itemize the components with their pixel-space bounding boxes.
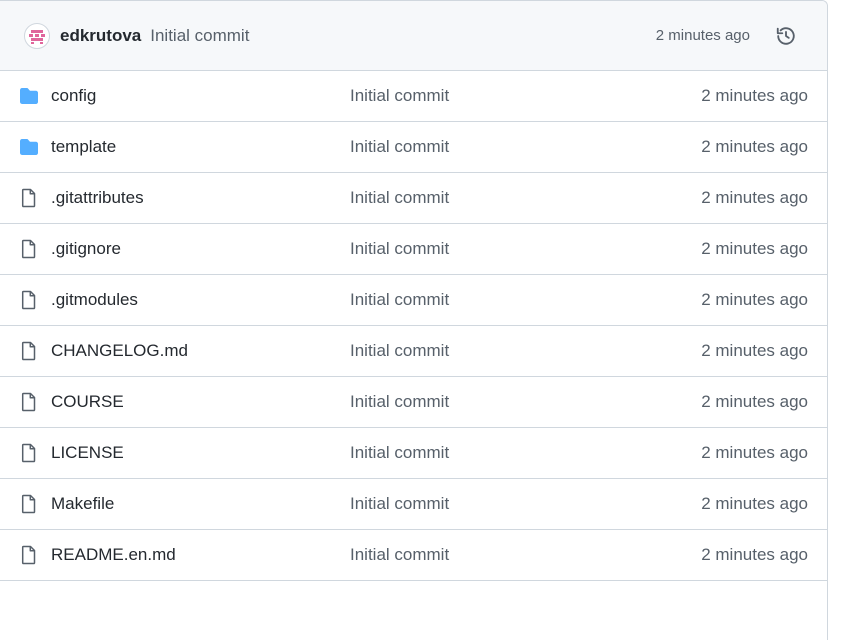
folder-icon [20,88,38,104]
file-name-link[interactable]: .gitignore [51,239,121,259]
file-commit-message[interactable]: Initial commit [350,443,449,463]
file-browser: edkrutova Initial commit 2 minutes ago c… [0,0,828,640]
file-row[interactable]: .gitignore Initial commit 2 minutes ago [0,224,827,275]
folder-name-link[interactable]: config [51,86,96,106]
file-icon [21,188,36,208]
folder-icon-wrap [19,137,39,157]
file-commit-time: 2 minutes ago [701,341,808,360]
file-icon-wrap [19,494,39,514]
latest-commit-time: 2 minutes ago [655,27,750,44]
file-name-link[interactable]: COURSE [51,392,124,412]
folder-name-link[interactable]: template [51,137,116,157]
file-commit-message[interactable]: Initial commit [350,137,449,157]
history-icon [776,26,795,45]
file-icon-wrap [19,290,39,310]
file-icon-wrap [19,545,39,565]
avatar-identicon [29,29,45,44]
file-commit-message[interactable]: Initial commit [350,392,449,412]
file-name-link[interactable]: .gitmodules [51,290,138,310]
author-avatar[interactable] [24,22,50,49]
file-commit-message[interactable]: Initial commit [350,341,449,361]
file-name-link[interactable]: .gitattributes [51,188,144,208]
file-row[interactable]: COURSE Initial commit 2 minutes ago [0,377,827,428]
file-commit-time: 2 minutes ago [701,443,808,462]
file-row[interactable]: README.en.md Initial commit 2 minutes ago [0,530,827,581]
file-commit-message[interactable]: Initial commit [350,494,449,514]
file-icon [21,494,36,514]
file-commit-time: 2 minutes ago [701,86,808,105]
file-commit-time: 2 minutes ago [701,239,808,258]
file-list: config Initial commit 2 minutes ago templat… [0,71,827,581]
file-commit-time: 2 minutes ago [701,494,808,513]
file-icon [21,341,36,361]
file-name-link[interactable]: LICENSE [51,443,124,463]
file-icon [21,290,36,310]
folder-icon-wrap [19,86,39,106]
file-commit-time: 2 minutes ago [701,545,808,564]
file-commit-message[interactable]: Initial commit [350,86,449,106]
file-row[interactable]: .gitattributes Initial commit 2 minutes ag… [0,173,827,224]
file-commit-message[interactable]: Initial commit [350,188,449,208]
commit-author-link[interactable]: edkrutova [60,26,141,46]
file-icon [21,392,36,412]
file-icon-wrap [19,443,39,463]
history-button[interactable] [773,23,799,49]
file-icon [21,443,36,463]
file-row[interactable]: LICENSE Initial commit 2 minutes ago [0,428,827,479]
file-commit-time: 2 minutes ago [701,392,808,411]
file-row[interactable]: CHANGELOG.md Initial commit 2 minutes ago [0,326,827,377]
file-icon-wrap [19,392,39,412]
file-commit-time: 2 minutes ago [701,188,808,207]
file-icon-wrap [19,341,39,361]
file-icon [21,545,36,565]
folder-icon [20,139,38,155]
file-name-link[interactable]: CHANGELOG.md [51,341,188,361]
file-commit-time: 2 minutes ago [701,290,808,309]
file-icon [21,239,36,259]
file-name-link[interactable]: README.en.md [51,545,176,565]
file-icon-wrap [19,188,39,208]
file-row[interactable]: Makefile Initial commit 2 minutes ago [0,479,827,530]
file-commit-message[interactable]: Initial commit [350,290,449,310]
file-icon-wrap [19,239,39,259]
file-row[interactable]: template Initial commit 2 minutes ago [0,122,827,173]
latest-commit-message[interactable]: Initial commit [150,26,249,46]
latest-commit-bar: edkrutova Initial commit 2 minutes ago [0,1,827,71]
file-commit-time: 2 minutes ago [701,137,808,156]
file-commit-message[interactable]: Initial commit [350,239,449,259]
file-name-link[interactable]: Makefile [51,494,114,514]
file-commit-message[interactable]: Initial commit [350,545,449,565]
file-row[interactable]: .gitmodules Initial commit 2 minutes ago [0,275,827,326]
file-row[interactable]: config Initial commit 2 minutes ago [0,71,827,122]
